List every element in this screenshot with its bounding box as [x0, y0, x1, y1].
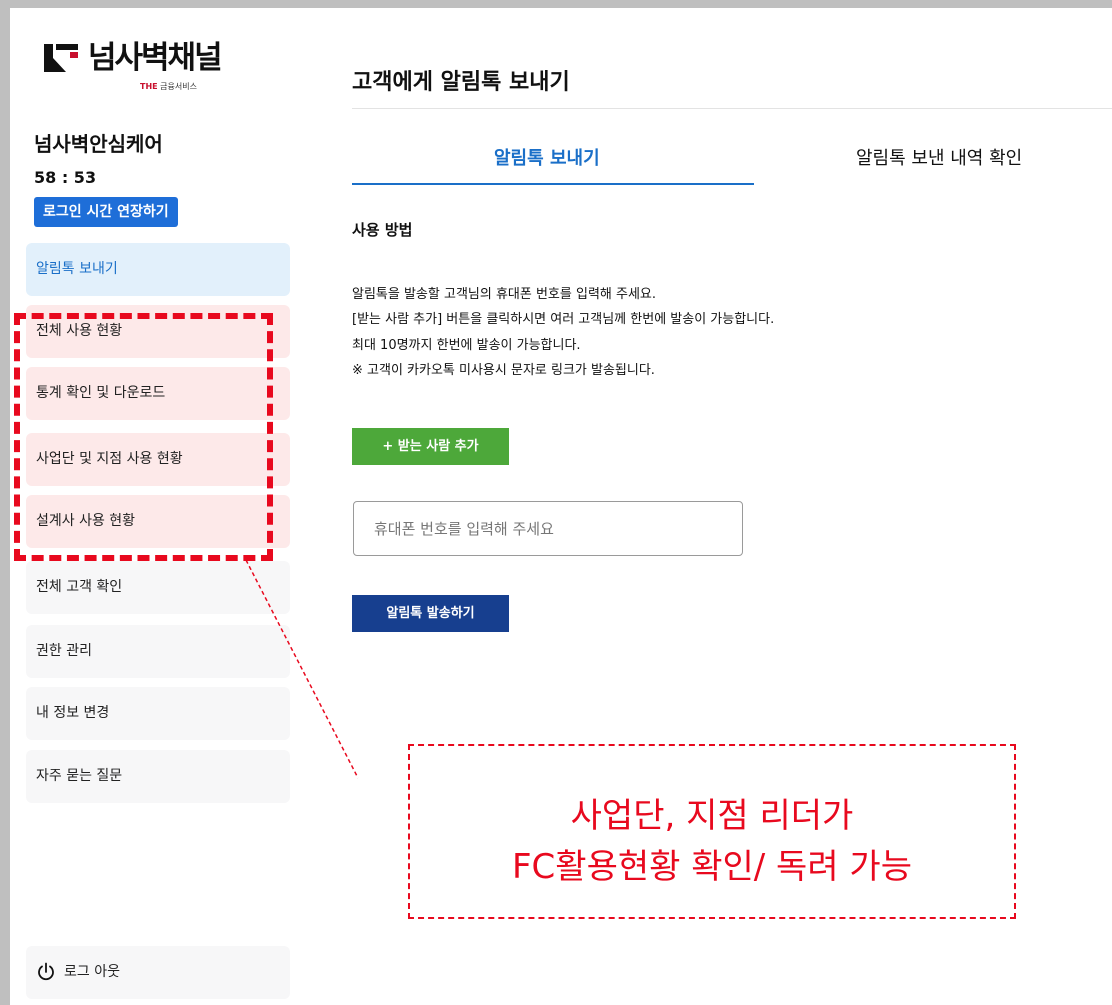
logout-label: 로그 아웃: [64, 964, 120, 980]
header-divider: [352, 108, 1112, 109]
usage-heading: 사용 방법: [352, 221, 413, 239]
sidebar-item-permissions[interactable]: 권한 관리: [26, 625, 290, 678]
extend-login-button[interactable]: 로그인 시간 연장하기: [34, 197, 178, 227]
callout-line-1: 사업단, 지점 리더가: [570, 796, 854, 836]
sidebar-item-faq[interactable]: 자주 묻는 질문: [26, 750, 290, 803]
brand-name: 넘사벽안심케어: [34, 132, 163, 156]
app-window: 넘사벽채널 THE 금융서비스 넘사벽안심케어 58 : 53 로그인 시간 연…: [10, 8, 1112, 1005]
page-title: 고객에게 알림톡 보내기: [352, 70, 570, 95]
sidebar-item-my-info[interactable]: 내 정보 변경: [26, 687, 290, 740]
phone-number-input[interactable]: [353, 501, 743, 556]
logout-button[interactable]: 로그 아웃: [26, 946, 290, 999]
logo-text: 넘사벽채널: [88, 40, 223, 76]
power-icon: [38, 962, 54, 981]
instruction-line: ※ 고객이 카카오톡 미사용시 문자로 링크가 발송됩니다.: [352, 363, 655, 378]
sidebar-item-send-alimtalk[interactable]: 알림톡 보내기: [26, 243, 290, 296]
callout-line-2: FC활용현황 확인/ 독려 가능: [512, 847, 912, 887]
instruction-line: 알림톡을 발송할 고객님의 휴대폰 번호를 입력해 주세요.: [352, 287, 657, 302]
logo-mark-icon: [44, 44, 78, 72]
add-recipient-button[interactable]: + 받는 사람 추가: [352, 428, 509, 465]
active-tab-indicator: [352, 183, 754, 185]
instruction-line: 최대 10명까지 한번에 발송이 가능합니다.: [352, 338, 581, 353]
session-timer: 58 : 53: [34, 168, 97, 187]
sidebar-item-all-customers[interactable]: 전체 고객 확인: [26, 561, 290, 614]
logo-subtitle: THE 금융서비스: [140, 82, 197, 91]
sidebar: 넘사벽채널 THE 금융서비스 넘사벽안심케어 58 : 53 로그인 시간 연…: [10, 8, 302, 1005]
tab-send-alimtalk[interactable]: 알림톡 보내기: [494, 144, 600, 170]
tab-sent-history[interactable]: 알림톡 보낸 내역 확인: [856, 144, 1022, 170]
instruction-line: [받는 사람 추가] 버튼을 클릭하시면 여러 고객님께 한번에 발송이 가능합…: [352, 312, 775, 327]
highlight-box: [14, 313, 273, 561]
annotation-callout: 사업단, 지점 리더가 FC활용현황 확인/ 독려 가능: [408, 744, 1016, 919]
logo[interactable]: 넘사벽채널 THE 금융서비스: [44, 36, 264, 102]
send-alimtalk-button[interactable]: 알림톡 발송하기: [352, 595, 509, 632]
